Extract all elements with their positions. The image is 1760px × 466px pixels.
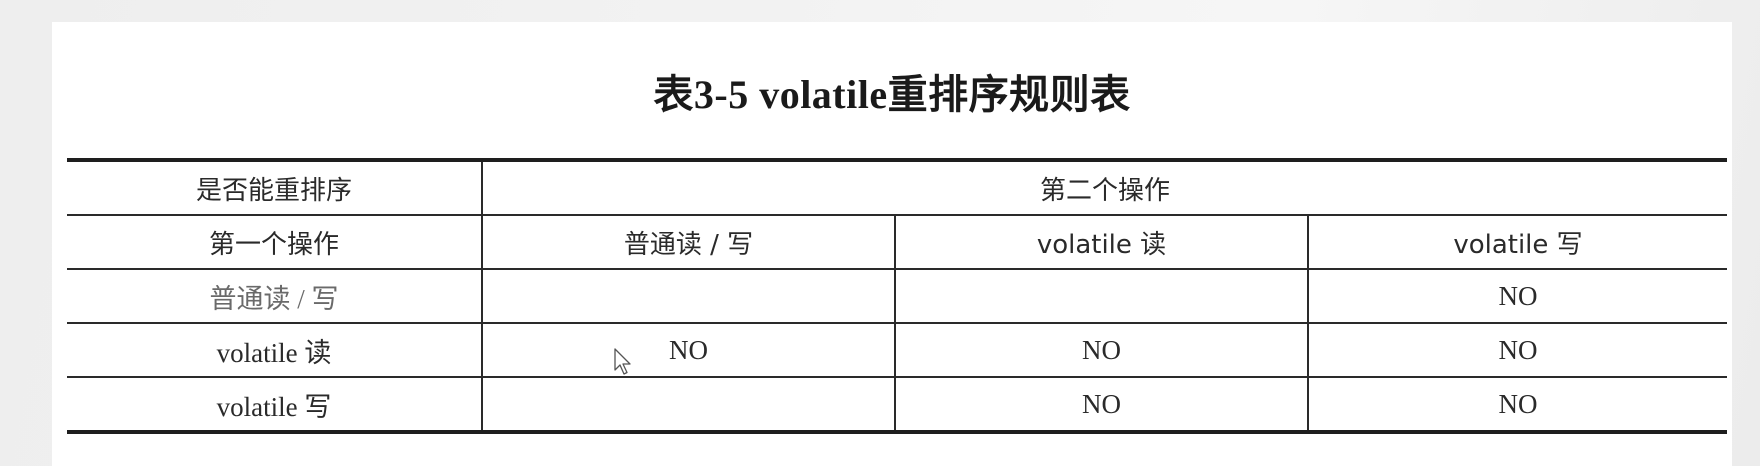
table-row: volatile 写 NO NO: [67, 376, 1727, 432]
table-row: 普通读 / 写 NO: [67, 268, 1727, 323]
table-cell: [894, 268, 1308, 323]
table-cell: NO: [1307, 322, 1727, 377]
mouse-pointer-icon: [614, 348, 631, 375]
corner-header: 是否能重排序: [195, 175, 352, 206]
table-cell: NO: [894, 376, 1308, 432]
table-cell: NO: [894, 322, 1308, 377]
row-label: volatile 写: [67, 376, 482, 432]
table-title: 表3-5 volatile重排序规则表: [653, 72, 1131, 117]
reorder-rules-table: 是否能重排序 第二个操作 第一个操作 普通读 / 写 volatile 读 vo…: [67, 158, 1727, 434]
column-header: volatile 写: [1307, 214, 1727, 269]
column-header: 普通读 / 写: [481, 214, 895, 269]
second-operation-header: 第二个操作: [481, 160, 1727, 215]
document-page: 表3-5 volatile重排序规则表 是否能重排序 第二个操作 第一个操作 普…: [52, 22, 1732, 466]
table-cell: NO: [481, 322, 895, 377]
table-cell: [481, 376, 895, 432]
table-header-row: 是否能重排序 第二个操作: [67, 160, 1727, 215]
table-row: volatile 读 NO NO NO: [67, 322, 1727, 377]
row-label: volatile 读: [67, 322, 482, 377]
row-label: 普通读 / 写: [67, 268, 482, 323]
first-operation-header: 第一个操作: [67, 214, 482, 269]
table-subheader-row: 第一个操作 普通读 / 写 volatile 读 volatile 写: [67, 214, 1727, 269]
column-header: volatile 读: [894, 214, 1308, 269]
table-cell: [481, 268, 895, 323]
table-cell: NO: [1307, 268, 1727, 323]
table-cell: NO: [1307, 376, 1727, 432]
